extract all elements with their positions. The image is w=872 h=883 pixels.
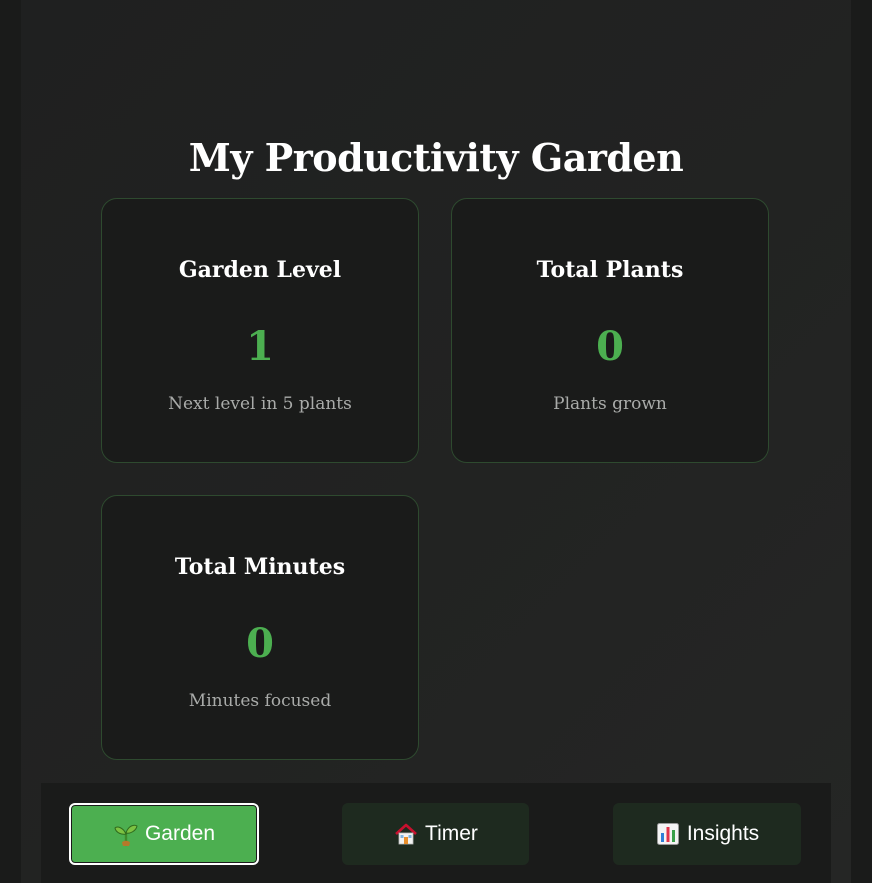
card-title: Total Plants	[536, 257, 684, 283]
nav-timer-label: Timer	[425, 822, 478, 845]
nav-garden-button[interactable]: Garden	[69, 803, 259, 865]
card-value: 1	[246, 323, 274, 370]
total-plants-card: Total Plants 0 Plants grown	[451, 198, 769, 463]
card-value: 0	[596, 323, 624, 370]
card-title: Garden Level	[178, 257, 342, 283]
card-subtitle: Plants grown	[553, 394, 667, 414]
garden-level-card: Garden Level 1 Next level in 5 plants	[101, 198, 419, 463]
nav-timer-button[interactable]: Timer	[342, 803, 529, 865]
card-subtitle: Next level in 5 plants	[168, 394, 352, 414]
seedling-icon	[113, 821, 139, 847]
card-value: 0	[246, 620, 274, 667]
card-subtitle: Minutes focused	[188, 691, 332, 711]
house-icon	[393, 821, 419, 847]
nav-insights-label: Insights	[686, 822, 760, 845]
nav-insights-button[interactable]: Insights	[613, 803, 801, 865]
nav-garden-label: Garden	[144, 822, 216, 845]
card-title: Total Minutes	[174, 554, 346, 580]
bar-chart-icon	[655, 821, 681, 847]
page-title: My Productivity Garden	[188, 135, 684, 181]
bottom-nav: Garden Timer Insights	[41, 783, 831, 883]
total-minutes-card: Total Minutes 0 Minutes focused	[101, 495, 419, 760]
